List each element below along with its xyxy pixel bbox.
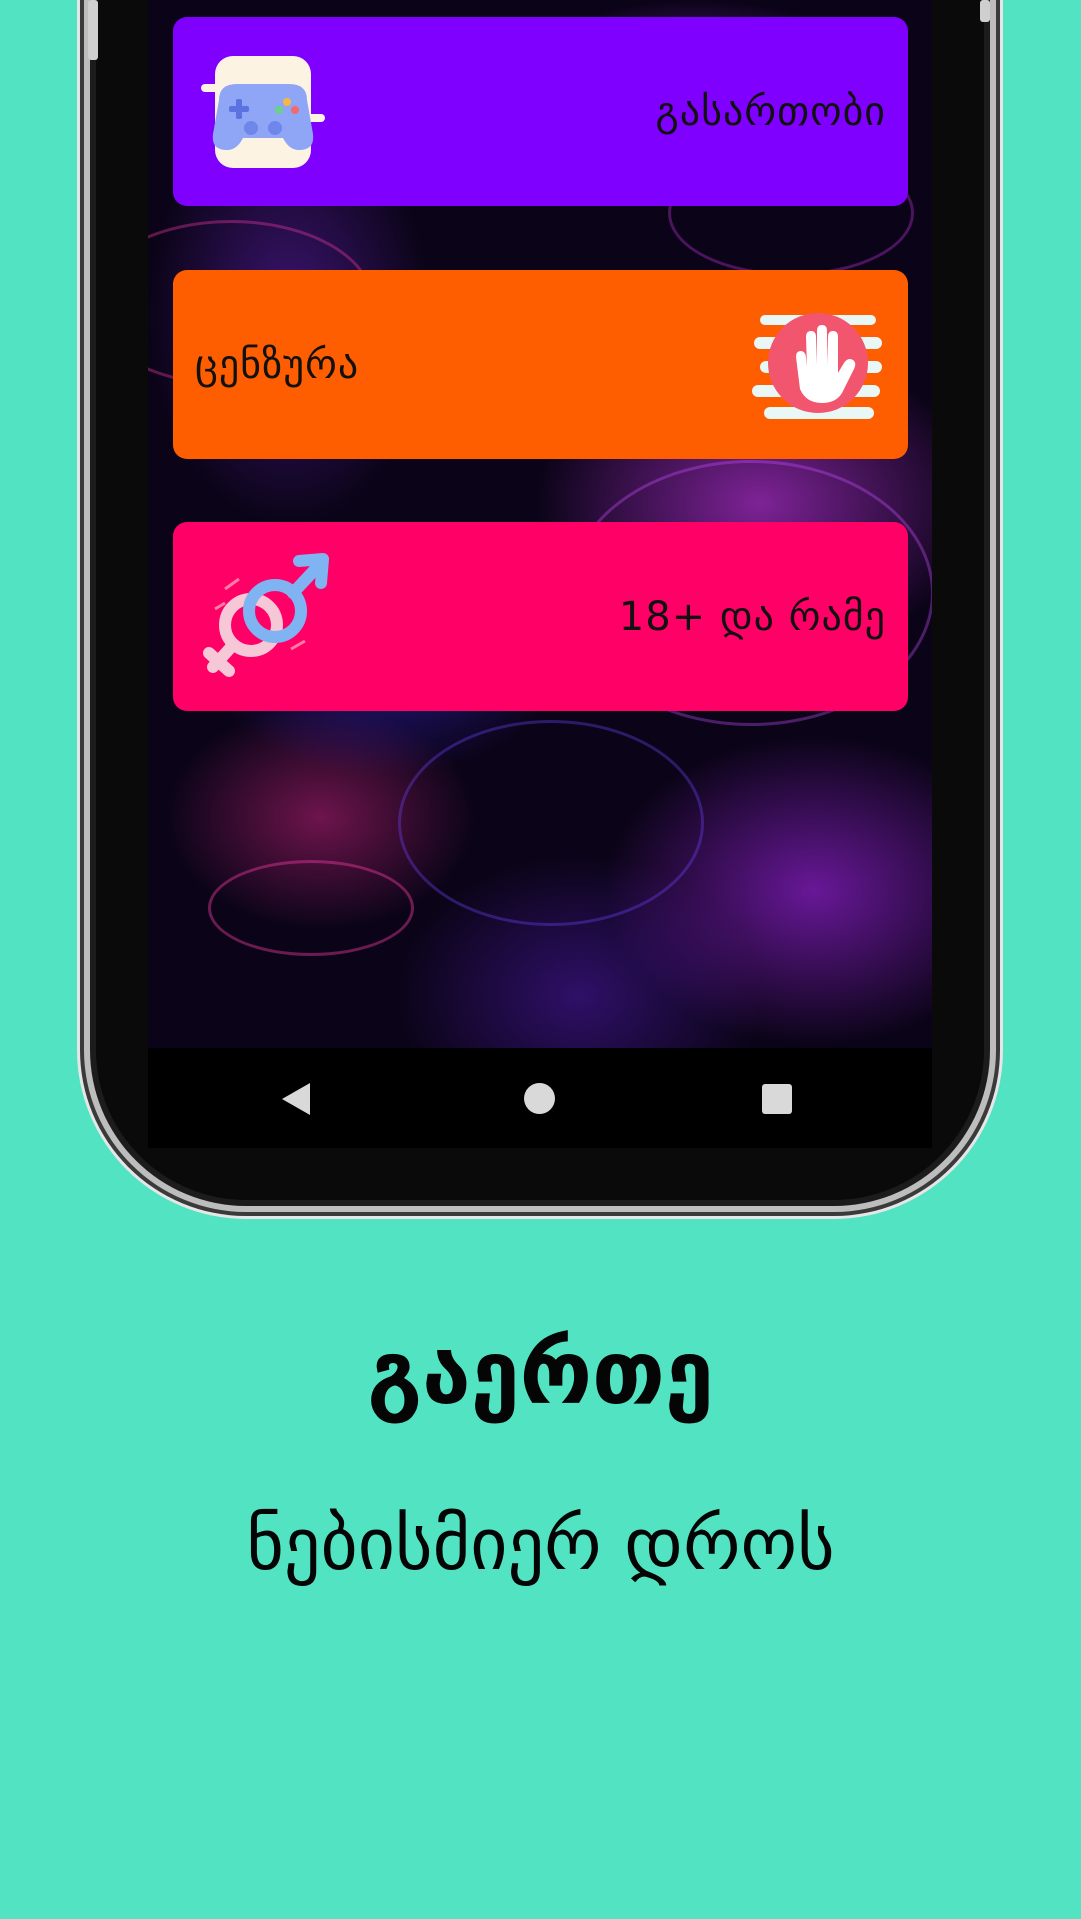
navigation-bar: [148, 1048, 932, 1148]
promo-headline: გაერთე: [367, 1321, 714, 1424]
menu-card-adult-label: 18+ და რამე: [618, 593, 886, 640]
home-circle-icon[interactable]: [524, 1083, 555, 1114]
menu-card-adult[interactable]: 18+ და რამე: [173, 522, 908, 711]
menu-card-censorship[interactable]: ცენზურა: [173, 270, 908, 459]
back-triangle-icon[interactable]: [282, 1083, 310, 1115]
promo-subline: ნებისმიერ დროს: [246, 1502, 835, 1586]
phone-side-button-right: [980, 0, 990, 22]
recent-apps-square-icon[interactable]: [762, 1084, 792, 1114]
menu-card-censorship-label: ცენზურა: [195, 341, 360, 388]
menu-card-entertainment-label: გასართობი: [655, 88, 886, 135]
gamepad-icon: [201, 55, 325, 168]
menu-card-entertainment[interactable]: გასართობი: [173, 17, 908, 206]
stop-hand-icon: [752, 312, 882, 419]
wallpaper-swirl: [208, 860, 414, 956]
wallpaper-swirl: [398, 720, 704, 926]
phone-side-button-left: [88, 0, 98, 60]
gender-symbols-icon: [203, 552, 329, 677]
